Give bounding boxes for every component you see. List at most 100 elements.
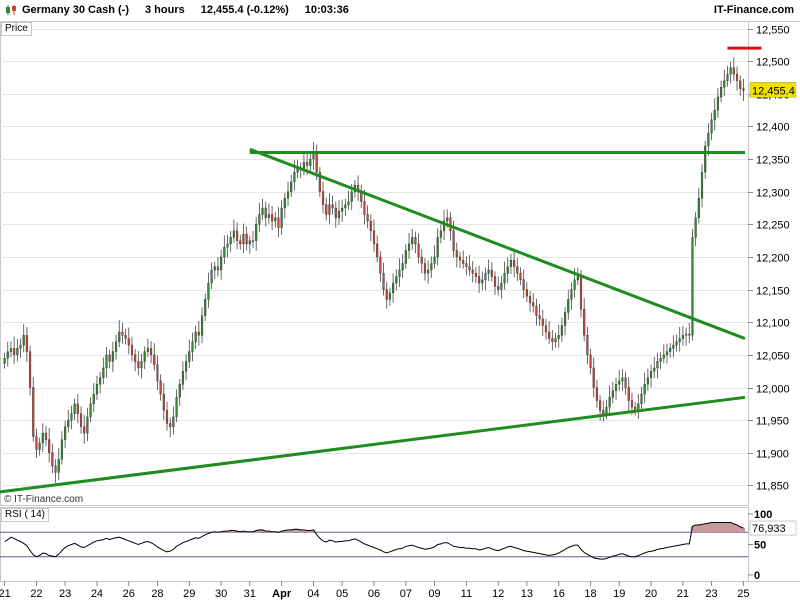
candle-body xyxy=(417,243,420,258)
price-tick-label: 11,850 xyxy=(756,481,789,493)
candle-body xyxy=(194,331,197,343)
candle-body xyxy=(264,207,267,219)
candle-body xyxy=(563,312,567,326)
candle-body xyxy=(210,269,213,284)
time-tick-label: 22 xyxy=(30,588,42,600)
candle-body xyxy=(739,80,742,89)
candle-body xyxy=(372,230,376,245)
candle-body xyxy=(226,243,229,248)
candle-body xyxy=(99,377,102,385)
candle-body xyxy=(134,354,137,362)
candle-body xyxy=(172,416,175,427)
candle-body xyxy=(599,400,602,411)
candle-body xyxy=(185,361,188,372)
candle-body xyxy=(207,282,210,300)
candle-body xyxy=(675,341,678,346)
candle-body xyxy=(436,237,439,258)
candle-body xyxy=(723,80,726,88)
candle-body xyxy=(742,88,745,91)
candle-body xyxy=(223,246,226,258)
candle-body xyxy=(395,276,398,284)
candle-body xyxy=(618,380,621,385)
rsi-axis: 100 50 0 76,933 xyxy=(748,509,797,582)
rsi-tick-label: 50 xyxy=(754,540,766,552)
rsi-tick-label: 100 xyxy=(754,509,772,521)
candle-body xyxy=(465,263,468,267)
candle-body xyxy=(41,433,44,444)
candle-body xyxy=(175,397,178,418)
candle-body xyxy=(468,266,471,271)
candle-body xyxy=(420,256,423,264)
candle-body xyxy=(614,384,618,391)
candle-body xyxy=(710,119,713,134)
time-tick-label: 24 xyxy=(91,588,103,600)
price-tick-label: 12,500 xyxy=(756,57,790,69)
candle-body xyxy=(573,279,576,290)
candle-body xyxy=(92,393,95,405)
time-tick-label: 21 xyxy=(677,588,689,600)
candle-body xyxy=(60,439,63,460)
candle-body xyxy=(570,289,573,300)
candle-body xyxy=(627,387,630,401)
candle-body xyxy=(732,67,735,75)
candle-body xyxy=(509,260,513,267)
candle-body xyxy=(500,282,503,290)
candle-body xyxy=(567,299,570,313)
candle-body xyxy=(347,201,350,205)
candle-body xyxy=(137,361,140,369)
candle-body xyxy=(277,217,280,228)
candle-body xyxy=(16,348,19,356)
candle-body xyxy=(197,331,200,336)
watermark: © IT-Finance.com xyxy=(4,494,83,505)
time-tick-label: 16 xyxy=(553,588,565,600)
candle-body xyxy=(28,351,32,388)
candle-body xyxy=(446,217,449,222)
candle-body xyxy=(255,224,258,241)
time-tick-label: 23 xyxy=(59,588,71,600)
candle-body xyxy=(32,387,35,437)
candle-body xyxy=(213,266,216,271)
candle-body xyxy=(143,351,146,362)
candle-body xyxy=(630,400,634,408)
time-tick-label: 04 xyxy=(307,588,319,600)
candle-body xyxy=(13,348,16,356)
candle-body xyxy=(729,67,732,75)
rsi-panel xyxy=(0,507,749,582)
candle-body xyxy=(557,335,560,339)
candle-body xyxy=(414,237,417,245)
candle-body xyxy=(76,403,79,414)
candle-body xyxy=(653,367,656,372)
candle-body xyxy=(481,279,484,284)
candle-body xyxy=(694,217,697,238)
candle-body xyxy=(70,413,73,421)
candle-body xyxy=(67,419,70,427)
candle-body xyxy=(452,230,455,251)
candle-body xyxy=(271,214,274,222)
candle-body xyxy=(490,269,493,277)
candle-body xyxy=(111,351,114,362)
time-tick-label: 25 xyxy=(737,588,749,600)
candle-body xyxy=(662,354,665,359)
candle-body xyxy=(274,217,277,222)
candle-body xyxy=(455,250,458,258)
candle-body xyxy=(363,201,366,215)
candle-body xyxy=(51,452,54,467)
candle-body xyxy=(6,351,9,359)
time-tick-label: 07 xyxy=(400,588,412,600)
rsi-last-label: 76,933 xyxy=(752,523,786,535)
candle-body xyxy=(525,289,528,297)
candle-body xyxy=(497,286,500,290)
candle-body xyxy=(697,198,700,219)
time-tick-label: 09 xyxy=(428,588,440,600)
time-tick-label: 13 xyxy=(521,588,533,600)
candle-body xyxy=(9,348,13,352)
candle-body xyxy=(379,256,382,274)
candle-body xyxy=(140,361,143,369)
candle-body xyxy=(503,273,506,284)
candle-body xyxy=(54,465,57,473)
candle-body xyxy=(181,370,185,385)
candle-body xyxy=(3,357,6,364)
candle-body xyxy=(124,335,127,339)
candle-body xyxy=(589,354,592,369)
candle-body xyxy=(118,331,121,343)
